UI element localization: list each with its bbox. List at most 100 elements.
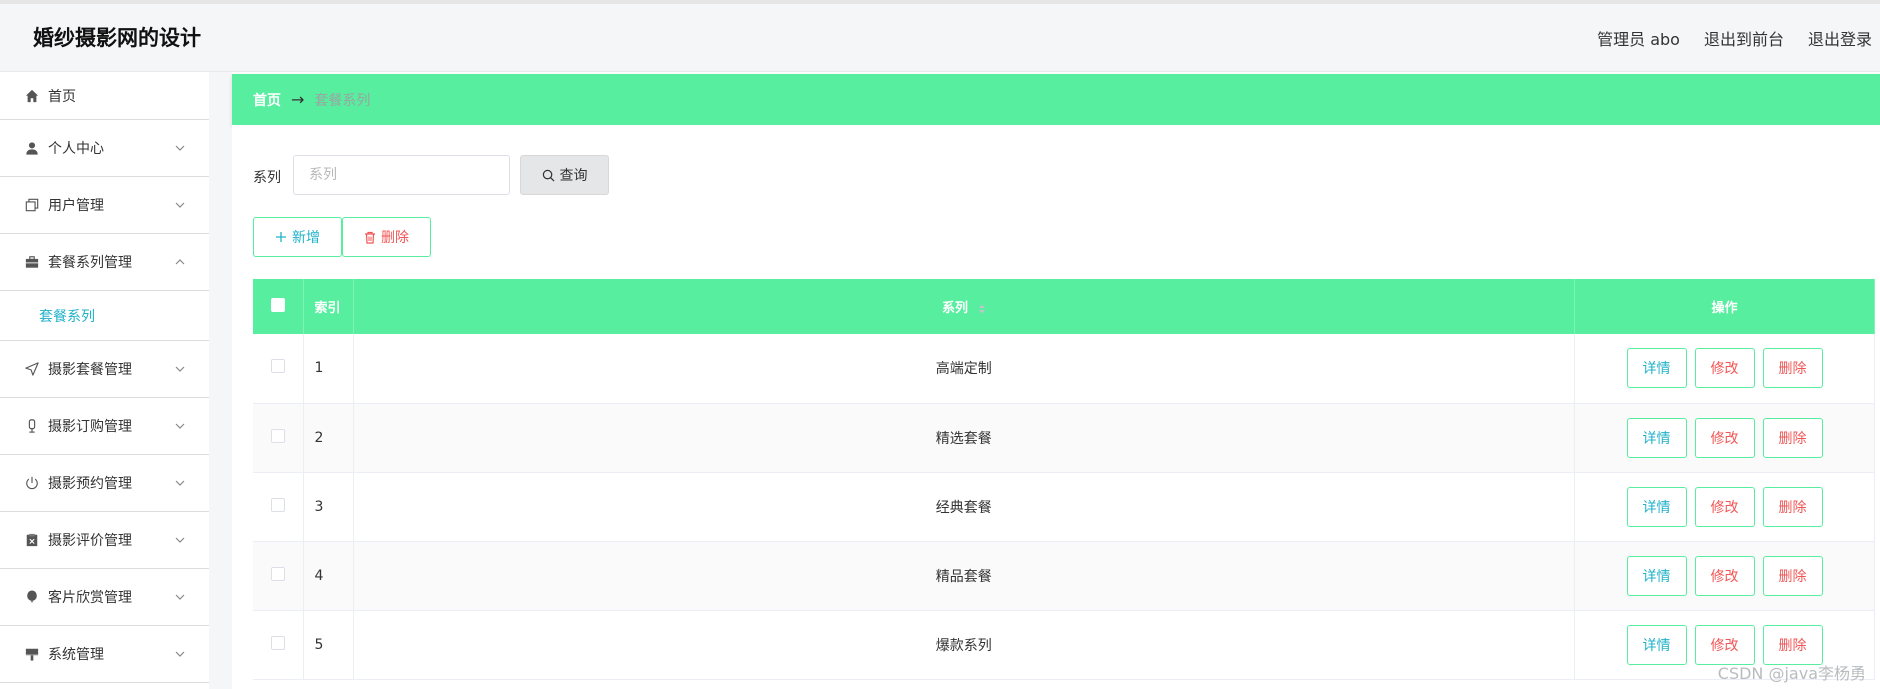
detail-button[interactable]: 详情 <box>1626 486 1687 527</box>
row-series-name: 精品套餐 <box>353 541 1575 611</box>
detail-button[interactable]: 详情 <box>1626 555 1687 596</box>
chevron-down-icon <box>175 145 185 151</box>
clipboard-x-icon <box>24 532 40 548</box>
sidebar-item-personal-center[interactable]: 个人中心 <box>0 120 209 177</box>
table-row: 4 精品套餐 详情 修改 删除 <box>253 541 1875 611</box>
sidebar-item-label: 用户管理 <box>48 198 104 214</box>
select-all-checkbox[interactable] <box>270 297 285 312</box>
sidebar-item-system-management[interactable]: 系统管理 <box>0 626 209 683</box>
search-label: 系列 <box>253 170 281 186</box>
header-operations: 操作 <box>1574 279 1875 334</box>
row-index: 1 <box>303 334 354 404</box>
row-checkbox[interactable] <box>270 566 285 581</box>
sidebar-item-home[interactable]: 首页 <box>0 72 209 120</box>
breadcrumb: 首页 → 套餐系列 <box>232 74 1880 125</box>
sidebar-item-label: 摄影订购管理 <box>48 419 132 435</box>
table-header-row: 索引 系列 操作 <box>253 279 1875 334</box>
sidebar-divider <box>209 72 232 689</box>
chevron-down-icon <box>175 423 185 429</box>
chevron-down-icon <box>175 537 185 543</box>
sidebar-item-label: 首页 <box>48 88 76 105</box>
sidebar: 首页 个人中心 用户管理 套餐系列管理 套餐系列 摄影套餐管理 摄影订购管理 摄… <box>0 72 209 689</box>
row-series-name: 经典套餐 <box>353 472 1575 542</box>
edit-button[interactable]: 修改 <box>1694 486 1755 527</box>
breadcrumb-home[interactable]: 首页 <box>253 90 281 110</box>
table-row: 3 经典套餐 详情 修改 删除 <box>253 472 1875 542</box>
search-input[interactable] <box>293 155 510 195</box>
delete-button[interactable]: 删除 <box>1762 555 1823 596</box>
header-select-all[interactable] <box>253 279 304 334</box>
header-index: 索引 <box>303 279 354 334</box>
sidebar-item-photo-appointment-management[interactable]: 摄影预约管理 <box>0 455 209 512</box>
watermark: CSDN @java李杨勇 <box>1717 664 1866 683</box>
add-button-label: 新增 <box>292 230 320 246</box>
top-right-links: 管理员 abo 退出到前台 退出登录 <box>1597 26 1872 50</box>
to-front-link[interactable]: 退出到前台 <box>1704 26 1784 50</box>
chevron-down-icon <box>175 651 185 657</box>
home-icon <box>24 88 40 104</box>
detail-button[interactable]: 详情 <box>1626 348 1687 389</box>
chevron-down-icon <box>175 480 185 486</box>
sidebar-item-label: 个人中心 <box>48 141 104 157</box>
delete-button[interactable]: 删除 <box>1762 417 1823 458</box>
edit-button[interactable]: 修改 <box>1694 348 1755 389</box>
detail-button[interactable]: 详情 <box>1626 624 1687 665</box>
batch-delete-button-label: 删除 <box>381 230 409 246</box>
package-series-table: 索引 系列 操作 1 高端定制 详情修改删除 2 精选套餐 详情修改删除 <box>253 279 1875 680</box>
row-series-name: 精选套餐 <box>353 403 1575 473</box>
microphone-icon <box>24 418 40 434</box>
sort-icon[interactable] <box>978 303 986 315</box>
logout-link[interactable]: 退出登录 <box>1808 26 1872 50</box>
detail-button[interactable]: 详情 <box>1626 417 1687 458</box>
chevron-up-icon <box>175 259 185 265</box>
search-button-label: 查询 <box>559 168 588 184</box>
send-icon <box>24 361 40 377</box>
row-series-name: 高端定制 <box>353 334 1575 404</box>
sidebar-item-label: 系统管理 <box>48 647 104 663</box>
plus-icon <box>276 232 286 242</box>
row-index: 5 <box>303 610 354 680</box>
delete-button[interactable]: 删除 <box>1762 348 1823 389</box>
sidebar-item-label: 摄影套餐管理 <box>48 362 132 378</box>
sidebar-item-client-photo-management[interactable]: 客片欣赏管理 <box>0 569 209 626</box>
trash-icon <box>365 231 375 244</box>
edit-button[interactable]: 修改 <box>1694 624 1755 665</box>
row-index: 3 <box>303 472 354 542</box>
delete-button[interactable]: 删除 <box>1762 486 1823 527</box>
header-series-label: 系列 <box>941 301 968 316</box>
search-button[interactable]: 查询 <box>520 155 609 195</box>
chevron-down-icon <box>175 366 185 372</box>
batch-delete-button[interactable]: 删除 <box>342 217 431 257</box>
row-checkbox[interactable] <box>270 359 285 374</box>
row-checkbox[interactable] <box>270 497 285 512</box>
chevron-down-icon <box>175 594 185 600</box>
user-icon <box>24 140 40 156</box>
sidebar-item-package-series-management[interactable]: 套餐系列管理 <box>0 234 209 291</box>
balloon-icon <box>24 589 40 605</box>
table-row: 5 爆款系列 详情 修改 删除 <box>253 610 1875 680</box>
sidebar-item-label: 摄影预约管理 <box>48 476 132 492</box>
sidebar-subitem-package-series[interactable]: 套餐系列 <box>0 291 209 341</box>
sidebar-item-photo-review-management[interactable]: 摄影评价管理 <box>0 512 209 569</box>
sidebar-item-label: 客片欣赏管理 <box>48 590 132 606</box>
admin-user-label: 管理员 abo <box>1597 30 1680 49</box>
edit-button[interactable]: 修改 <box>1694 555 1755 596</box>
top-bar: 婚纱摄影网的设计 管理员 abo 退出到前台 退出登录 <box>0 0 1880 72</box>
breadcrumb-current: 套餐系列 <box>314 92 371 109</box>
brush-icon <box>24 646 40 662</box>
sidebar-item-user-management[interactable]: 用户管理 <box>0 177 209 234</box>
sidebar-item-label: 套餐系列管理 <box>48 255 132 271</box>
row-checkbox[interactable] <box>270 428 285 443</box>
delete-button[interactable]: 删除 <box>1762 624 1823 665</box>
sidebar-item-photo-order-management[interactable]: 摄影订购管理 <box>0 398 209 455</box>
sidebar-item-photo-package-management[interactable]: 摄影套餐管理 <box>0 341 209 398</box>
row-checkbox[interactable] <box>270 635 285 650</box>
header-series[interactable]: 系列 <box>353 279 1575 334</box>
edit-button[interactable]: 修改 <box>1694 417 1755 458</box>
breadcrumb-arrow-icon: → <box>291 90 305 109</box>
add-button[interactable]: 新增 <box>253 217 342 257</box>
sidebar-item-label: 摄影评价管理 <box>48 533 132 549</box>
search-icon <box>542 169 554 181</box>
row-index: 4 <box>303 541 354 611</box>
copy-icon <box>24 197 40 213</box>
